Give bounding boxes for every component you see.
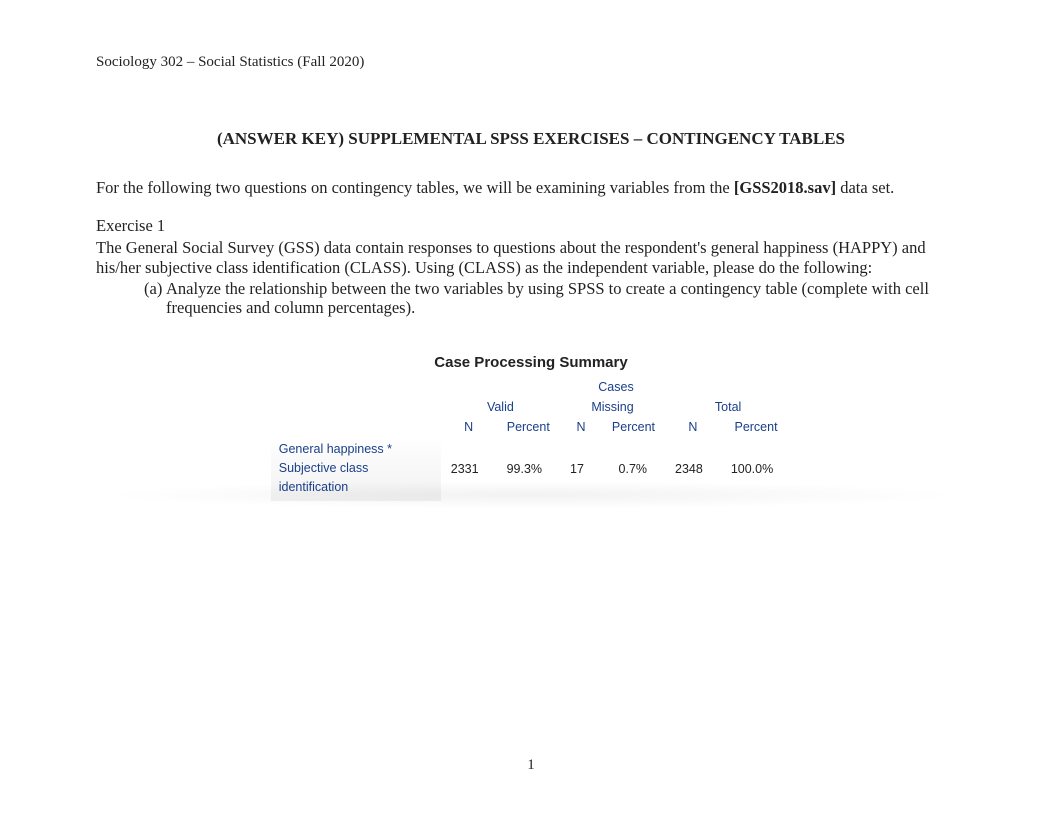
- exercise-item-a: (a) Analyze the relationship between the…: [144, 280, 966, 318]
- case-processing-table: Cases Valid Missing Total N Percent N Pe…: [271, 377, 791, 501]
- col-group-missing: Missing: [560, 397, 665, 417]
- total-n: 2348: [665, 437, 721, 501]
- table-title: Case Processing Summary: [96, 354, 966, 371]
- intro-post: data set.: [836, 178, 894, 197]
- col-percent: Percent: [721, 417, 791, 437]
- exercise-body: The General Social Survey (GSS) data con…: [96, 238, 966, 278]
- item-text: Analyze the relationship between the two…: [166, 280, 966, 318]
- page-number: 1: [0, 757, 1062, 774]
- exercise-sublist: (a) Analyze the relationship between the…: [96, 280, 966, 318]
- table-corner: [271, 377, 441, 437]
- intro-paragraph: For the following two questions on conti…: [96, 179, 966, 198]
- missing-pct: 0.7%: [602, 437, 665, 501]
- exercise-heading: Exercise 1: [96, 216, 966, 236]
- col-group-valid: Valid: [441, 397, 560, 417]
- table-row: General happiness * Subjective class ide…: [271, 437, 791, 501]
- row-label: General happiness * Subjective class ide…: [271, 437, 441, 501]
- col-percent: Percent: [497, 417, 560, 437]
- document-title: (ANSWER KEY) SUPPLEMENTAL SPSS EXERCISES…: [96, 129, 966, 149]
- dataset-name: [GSS2018.sav]: [734, 178, 836, 197]
- course-title: Sociology 302 – Social Statistics (Fall …: [96, 54, 966, 71]
- intro-pre: For the following two questions on conti…: [96, 178, 734, 197]
- col-percent: Percent: [602, 417, 665, 437]
- table-super-header: Cases: [441, 377, 791, 397]
- col-group-total: Total: [665, 397, 791, 417]
- col-n: N: [441, 417, 497, 437]
- valid-pct: 99.3%: [497, 437, 560, 501]
- valid-n: 2331: [441, 437, 497, 501]
- item-marker: (a): [144, 280, 166, 318]
- col-n: N: [665, 417, 721, 437]
- col-n: N: [560, 417, 602, 437]
- total-pct: 100.0%: [721, 437, 791, 501]
- missing-n: 17: [560, 437, 602, 501]
